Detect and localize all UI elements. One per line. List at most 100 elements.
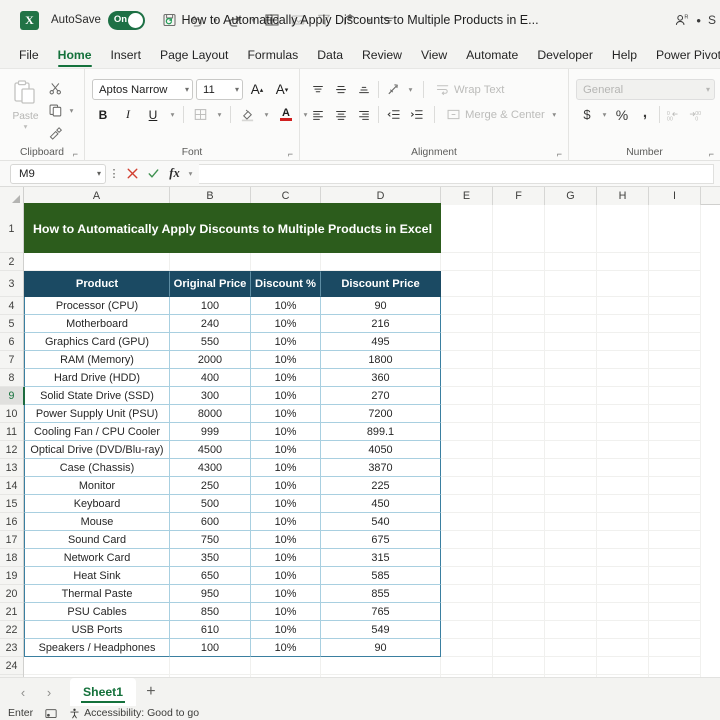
name-box-dropdown-icon[interactable]: ▾	[97, 169, 101, 178]
cell-discount-price[interactable]: 540	[321, 513, 441, 531]
cell-I21[interactable]	[649, 603, 701, 621]
cell-discount-percent[interactable]: 10%	[251, 549, 321, 567]
row-header-7[interactable]: 7	[0, 351, 23, 369]
cell-E4[interactable]	[441, 297, 493, 315]
cell-E18[interactable]	[441, 549, 493, 567]
cell-H15[interactable]	[597, 495, 649, 513]
tab-automate[interactable]: Automate	[457, 44, 527, 68]
cell-discount-percent[interactable]: 10%	[251, 423, 321, 441]
cell-I3[interactable]	[649, 271, 701, 297]
select-all-corner[interactable]	[0, 187, 24, 205]
cell-original-price[interactable]: 4500	[170, 441, 251, 459]
row-header-19[interactable]: 19	[0, 567, 23, 585]
cell-H4[interactable]	[597, 297, 649, 315]
cell-product[interactable]: Power Supply Unit (PSU)	[24, 405, 170, 423]
cell-original-price[interactable]: 610	[170, 621, 251, 639]
cell-original-price[interactable]: 100	[170, 297, 251, 315]
cell-E15[interactable]	[441, 495, 493, 513]
confirm-entry-icon[interactable]	[143, 163, 164, 184]
cell-F15[interactable]	[493, 495, 545, 513]
cell-H24[interactable]	[597, 657, 649, 675]
cell-F23[interactable]	[493, 639, 545, 657]
previous-sheet-icon[interactable]: ‹	[10, 680, 36, 704]
cell-discount-price[interactable]: 4050	[321, 441, 441, 459]
cell-I2[interactable]	[649, 253, 701, 271]
cell-G7[interactable]	[545, 351, 597, 369]
cell-E12[interactable]	[441, 441, 493, 459]
cell-discount-price[interactable]: 549	[321, 621, 441, 639]
cell-I7[interactable]	[649, 351, 701, 369]
cell-H12[interactable]	[597, 441, 649, 459]
column-header-I[interactable]: I	[649, 187, 701, 205]
row-header-16[interactable]: 16	[0, 513, 23, 531]
cell-E21[interactable]	[441, 603, 493, 621]
cell-G21[interactable]	[545, 603, 597, 621]
cell-G15[interactable]	[545, 495, 597, 513]
cell-F5[interactable]	[493, 315, 545, 333]
cell-discount-percent[interactable]: 10%	[251, 387, 321, 405]
borders-icon[interactable]	[189, 104, 211, 125]
tab-page-layout[interactable]: Page Layout	[151, 44, 237, 68]
cell-G22[interactable]	[545, 621, 597, 639]
cell-E3[interactable]	[441, 271, 493, 297]
cell-discount-price[interactable]: 90	[321, 639, 441, 657]
cell-original-price[interactable]: 4300	[170, 459, 251, 477]
cell-F6[interactable]	[493, 333, 545, 351]
cell-E20[interactable]	[441, 585, 493, 603]
record-macro-icon[interactable]	[45, 708, 57, 719]
cell-original-price[interactable]: 240	[170, 315, 251, 333]
cell-original-price[interactable]: 550	[170, 333, 251, 351]
tab-view[interactable]: View	[412, 44, 456, 68]
comma-format-button[interactable]: ,	[634, 104, 656, 125]
row-header-15[interactable]: 15	[0, 495, 23, 513]
cell-I14[interactable]	[649, 477, 701, 495]
cell-E22[interactable]	[441, 621, 493, 639]
row-header-9[interactable]: 9	[0, 387, 23, 405]
cell-product[interactable]: RAM (Memory)	[24, 351, 170, 369]
underline-button[interactable]: U	[142, 104, 164, 125]
cell-E24[interactable]	[441, 657, 493, 675]
cell-product[interactable]: Processor (CPU)	[24, 297, 170, 315]
row-header-1[interactable]: 1	[0, 205, 23, 253]
tab-review[interactable]: Review	[353, 44, 411, 68]
cell-I24[interactable]	[649, 657, 701, 675]
tab-formulas[interactable]: Formulas	[238, 44, 307, 68]
cell-discount-percent[interactable]: 10%	[251, 333, 321, 351]
cell-discount-price[interactable]: 450	[321, 495, 441, 513]
cell-discount-price[interactable]: 585	[321, 567, 441, 585]
tab-developer[interactable]: Developer	[528, 44, 602, 68]
cell-discount-percent[interactable]: 10%	[251, 531, 321, 549]
row-header-21[interactable]: 21	[0, 603, 23, 621]
row-header-8[interactable]: 8	[0, 369, 23, 387]
cell-E23[interactable]	[441, 639, 493, 657]
cell-product[interactable]: Sound Card	[24, 531, 170, 549]
formula-bar-expand-icon[interactable]: ▾	[185, 169, 196, 178]
tab-home[interactable]: Home	[49, 44, 101, 68]
cell-I19[interactable]	[649, 567, 701, 585]
cell-discount-percent[interactable]: 10%	[251, 513, 321, 531]
cell-original-price[interactable]: 300	[170, 387, 251, 405]
cell-discount-price[interactable]: 315	[321, 549, 441, 567]
cell-E17[interactable]	[441, 531, 493, 549]
cell-original-price[interactable]: 600	[170, 513, 251, 531]
cell-product[interactable]: Network Card	[24, 549, 170, 567]
cell-G12[interactable]	[545, 441, 597, 459]
font-name-dropdown-icon[interactable]: ▾	[182, 85, 189, 94]
currency-dropdown-icon[interactable]: ▾	[599, 110, 610, 119]
cell-discount-percent[interactable]: 10%	[251, 405, 321, 423]
cell-F22[interactable]	[493, 621, 545, 639]
number-format-dropdown-icon[interactable]: ▾	[706, 85, 710, 94]
cell-I20[interactable]	[649, 585, 701, 603]
cell-I13[interactable]	[649, 459, 701, 477]
increase-decimal-icon[interactable]: 0 00	[663, 104, 685, 125]
share-label-partial[interactable]: S	[708, 13, 716, 27]
copy-icon[interactable]	[44, 101, 66, 121]
cell-discount-price[interactable]: 360	[321, 369, 441, 387]
cell-discount-percent[interactable]: 10%	[251, 621, 321, 639]
align-bottom-icon[interactable]	[353, 79, 375, 100]
cell-F4[interactable]	[493, 297, 545, 315]
cell-product[interactable]: Hard Drive (HDD)	[24, 369, 170, 387]
cancel-entry-icon[interactable]	[122, 163, 143, 184]
cell-I4[interactable]	[649, 297, 701, 315]
tab-power-pivot[interactable]: Power Pivot	[647, 44, 720, 68]
